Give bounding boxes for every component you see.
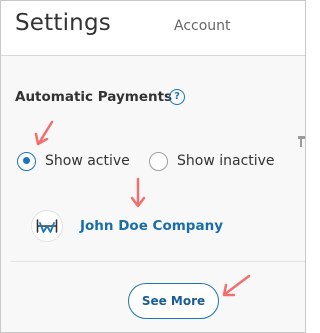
company-logo-icon [31,210,63,242]
radio-selected-indicator[interactable] [17,151,36,171]
company-row[interactable]: John Doe Company [31,208,223,244]
settings-panel: Settings Account Automatic Payments ? Sh… [0,0,306,333]
pin-icon [297,136,305,148]
radio-show-active[interactable]: Show active [17,150,130,172]
settings-header: Settings Account [1,1,305,56]
see-more-button[interactable]: See More [128,283,219,319]
page-title: Settings [15,10,111,36]
automatic-payments-section: Automatic Payments ? Show active Show in… [1,56,305,332]
section-title: Automatic Payments [15,89,173,105]
radio-unselected-indicator[interactable] [149,151,168,171]
radio-show-inactive[interactable]: Show inactive [149,150,275,172]
tab-account[interactable]: Account [174,18,231,34]
divider [11,261,305,262]
company-name-link[interactable]: John Doe Company [80,218,223,234]
radio-label-show-inactive: Show inactive [177,153,275,169]
radio-label-show-active: Show active [45,153,130,169]
help-icon[interactable]: ? [169,89,185,105]
company-logo-mark [36,219,58,233]
